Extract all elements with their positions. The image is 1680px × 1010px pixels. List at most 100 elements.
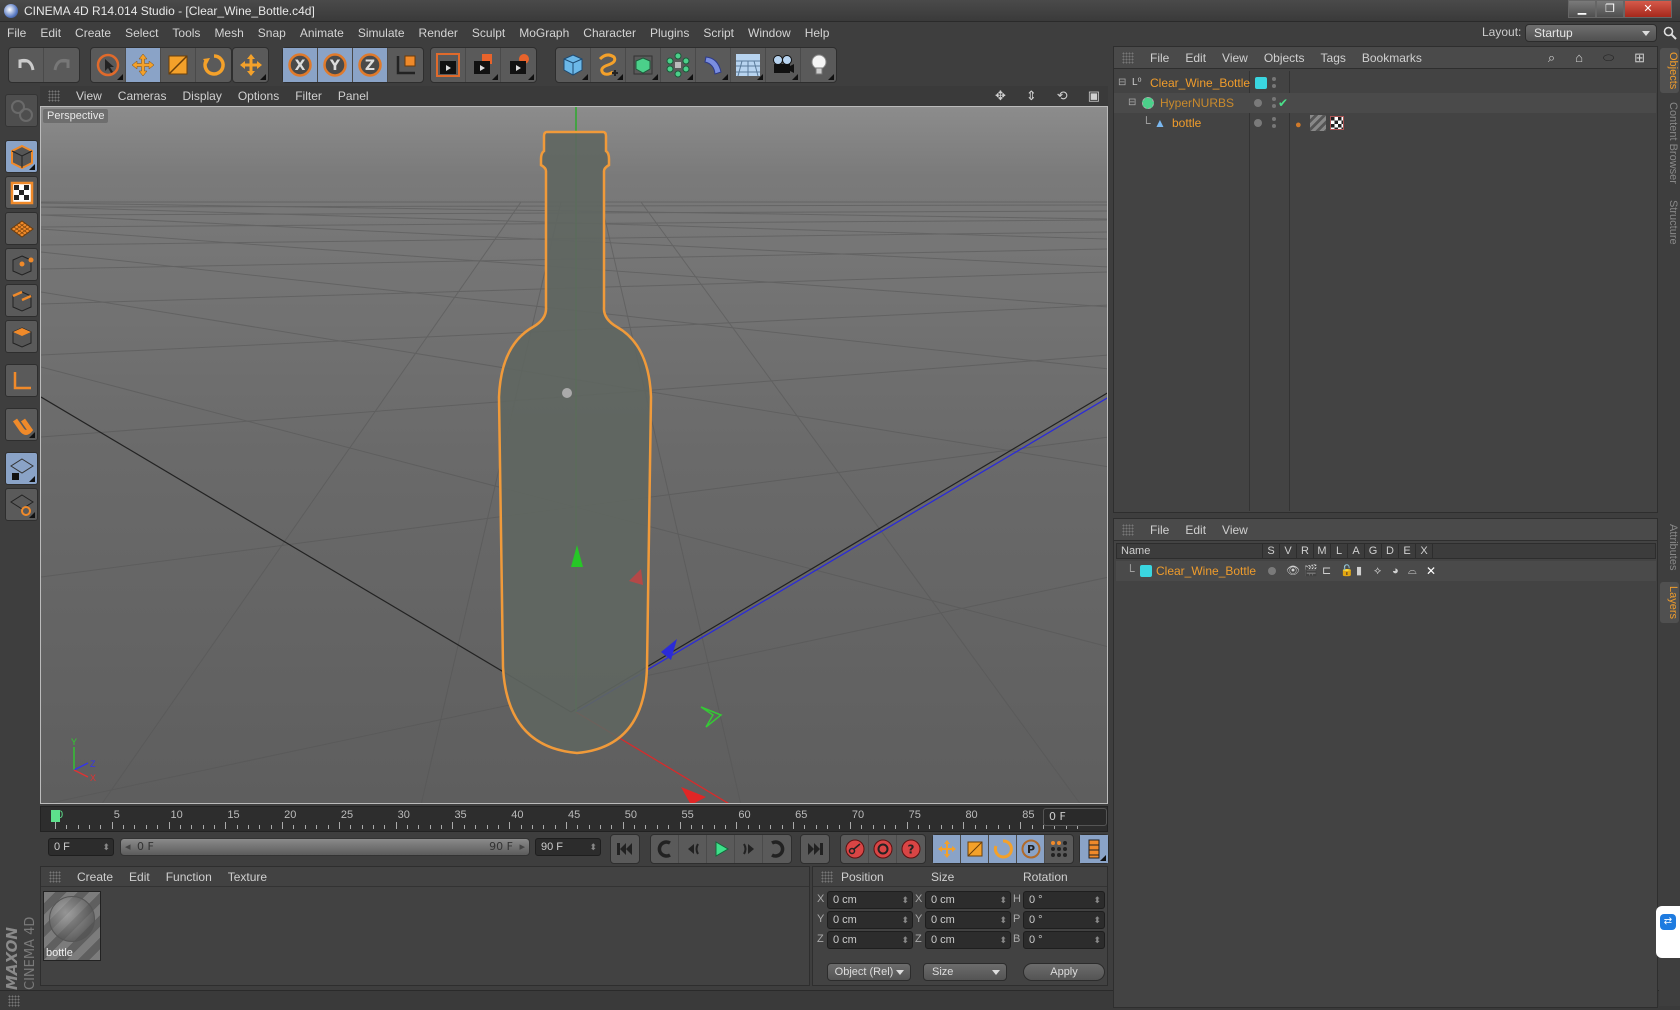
viewport-menu-options[interactable]: Options — [230, 89, 287, 103]
close-button[interactable]: ✕ — [1624, 0, 1672, 18]
size-field[interactable]: 0 cm ⬍ — [925, 931, 1011, 949]
z-axis-lock-button[interactable]: Z — [353, 48, 388, 82]
layer-row-clear-wine-bottle[interactable]: └ Clear_Wine_Bottle 👁 🎬 ⊏ 🔓 ▮ ⟡ ◕ ⌓ ✕ — [1116, 561, 1656, 581]
layer-column-x[interactable]: X — [1416, 544, 1433, 558]
tab-attributes[interactable]: Attributes — [1660, 520, 1679, 574]
grip-icon[interactable] — [49, 870, 61, 883]
menu-snap[interactable]: Snap — [251, 26, 293, 40]
deformer-button[interactable] — [696, 48, 731, 82]
parameter-key-button[interactable]: P — [1017, 835, 1045, 863]
record-active-objects-button[interactable] — [841, 835, 869, 863]
object-name[interactable]: Clear_Wine_Bottle — [1150, 73, 1250, 93]
locked-workplane-button[interactable] — [5, 452, 38, 485]
go-to-start-button[interactable] — [611, 835, 639, 863]
bottle-pivot-handle[interactable] — [562, 388, 572, 398]
layer-color-swatch[interactable] — [1140, 565, 1152, 577]
menu-render[interactable]: Render — [412, 26, 465, 40]
viewport-perspective[interactable]: Y Z X Perspective — [40, 106, 1108, 804]
layer-name[interactable]: Clear_Wine_Bottle — [1156, 561, 1256, 581]
layout-dropdown[interactable]: Startup — [1525, 24, 1657, 42]
position-field[interactable]: 0 cm ⬍ — [827, 931, 913, 949]
menu-sculpt[interactable]: Sculpt — [465, 26, 512, 40]
model-mode-button[interactable] — [5, 140, 38, 173]
redo-button[interactable] — [44, 48, 79, 82]
rotation-field[interactable]: 0 ° ⬍ — [1023, 931, 1105, 949]
menu-mograph[interactable]: MoGraph — [512, 26, 576, 40]
axis-mode-button[interactable] — [5, 364, 38, 397]
layer-deformers-icon[interactable]: ◕ — [1392, 561, 1399, 581]
layer-column-g[interactable]: G — [1365, 544, 1382, 558]
material-menu-create[interactable]: Create — [69, 870, 121, 884]
enabled-check-icon[interactable]: ✔ — [1278, 93, 1288, 113]
tab-structure[interactable]: Structure — [1660, 196, 1679, 249]
new-manager-icon[interactable]: ⊞ — [1626, 50, 1653, 66]
tab-content-browser[interactable]: Content Browser — [1660, 98, 1679, 188]
render-picture-viewer-button[interactable] — [466, 48, 501, 82]
array-button[interactable] — [661, 48, 696, 82]
bottle-mesh[interactable] — [497, 130, 653, 755]
keyframe-selection-button[interactable]: ? — [897, 835, 925, 863]
y-axis-lock-button[interactable]: Y — [318, 48, 353, 82]
timeline-button[interactable] — [1080, 835, 1108, 863]
preview-range-slider[interactable]: ◂ 0 F 90 F ▸ — [120, 838, 530, 856]
object-row-hypernurbs[interactable]: ⊟ HyperNURBS ✔ — [1114, 93, 1656, 113]
om-menu-file[interactable]: File — [1142, 51, 1177, 65]
search-icon[interactable] — [1663, 26, 1677, 40]
layer-lock-icon[interactable]: 🔓 — [1340, 561, 1354, 581]
cube-button[interactable] — [556, 48, 591, 82]
menu-tools[interactable]: Tools — [165, 26, 207, 40]
menu-mesh[interactable]: Mesh — [207, 26, 250, 40]
layer-column-l[interactable]: L — [1331, 544, 1348, 558]
menu-script[interactable]: Script — [696, 26, 741, 40]
points-mode-button[interactable] — [5, 248, 38, 281]
material-thumbnail[interactable]: bottle — [43, 891, 101, 961]
menu-character[interactable]: Character — [576, 26, 643, 40]
om-menu-view[interactable]: View — [1214, 51, 1256, 65]
menu-plugins[interactable]: Plugins — [643, 26, 696, 40]
scale-key-button[interactable] — [961, 835, 989, 863]
menu-animate[interactable]: Animate — [293, 26, 351, 40]
coordinate-mode-dropdown[interactable]: Object (Rel) — [827, 963, 911, 981]
lm-menu-edit[interactable]: Edit — [1177, 523, 1214, 537]
end-frame-field[interactable]: 90 F ⬍ — [535, 838, 601, 856]
range-left-arrow-icon[interactable]: ◂ — [125, 839, 131, 855]
move-button[interactable] — [126, 48, 161, 82]
menu-window[interactable]: Window — [741, 26, 798, 40]
layer-xref-icon[interactable]: ✕ — [1426, 561, 1436, 581]
menu-file[interactable]: File — [0, 26, 33, 40]
material-menu-edit[interactable]: Edit — [121, 870, 158, 884]
grip-icon[interactable] — [48, 90, 60, 102]
layer-generators-icon[interactable]: ⟡ — [1374, 561, 1381, 581]
viewport-menu-panel[interactable]: Panel — [330, 89, 377, 103]
spinner-icon[interactable]: ⬍ — [901, 892, 909, 908]
coordinate-system-button[interactable] — [388, 48, 423, 82]
layer-expressions-icon[interactable]: ⌓ — [1408, 561, 1417, 581]
grip-icon[interactable] — [1122, 51, 1134, 64]
layer-column-v[interactable]: V — [1280, 544, 1297, 558]
om-menu-bookmarks[interactable]: Bookmarks — [1354, 51, 1430, 65]
tab-layers[interactable]: Layers — [1660, 582, 1679, 624]
position-key-button[interactable] — [933, 835, 961, 863]
texture-tag-icon[interactable] — [1330, 116, 1344, 130]
timeline-ruler[interactable]: 051015202530354045505560657075808590 — [40, 806, 1108, 832]
layer-solo-toggle[interactable] — [1268, 567, 1276, 575]
maximize-view-icon[interactable]: ▣ — [1080, 88, 1108, 104]
restore-button[interactable]: ❐ — [1596, 0, 1624, 18]
floor-button[interactable] — [731, 48, 766, 82]
minimize-button[interactable]: ▁ — [1568, 0, 1596, 18]
spinner-icon[interactable]: ⬍ — [999, 912, 1007, 928]
menu-edit[interactable]: Edit — [33, 26, 68, 40]
viewport-menu-display[interactable]: Display — [174, 89, 229, 103]
size-field[interactable]: 0 cm ⬍ — [925, 911, 1011, 929]
orbit-icon[interactable]: ⟲ — [1049, 88, 1076, 104]
lm-menu-view[interactable]: View — [1214, 523, 1256, 537]
object-name[interactable]: HyperNURBS — [1160, 93, 1234, 113]
live-selection-button[interactable] — [91, 48, 126, 82]
nurbs-button[interactable] — [626, 48, 661, 82]
current-frame-field[interactable]: 0 F — [1043, 808, 1107, 826]
layer-column-s[interactable]: S — [1263, 544, 1280, 558]
spinner-icon[interactable]: ⬍ — [1093, 932, 1101, 948]
column-divider[interactable] — [1289, 71, 1290, 511]
recent-tool-button[interactable] — [233, 48, 268, 82]
layer-column-m[interactable]: M — [1314, 544, 1331, 558]
